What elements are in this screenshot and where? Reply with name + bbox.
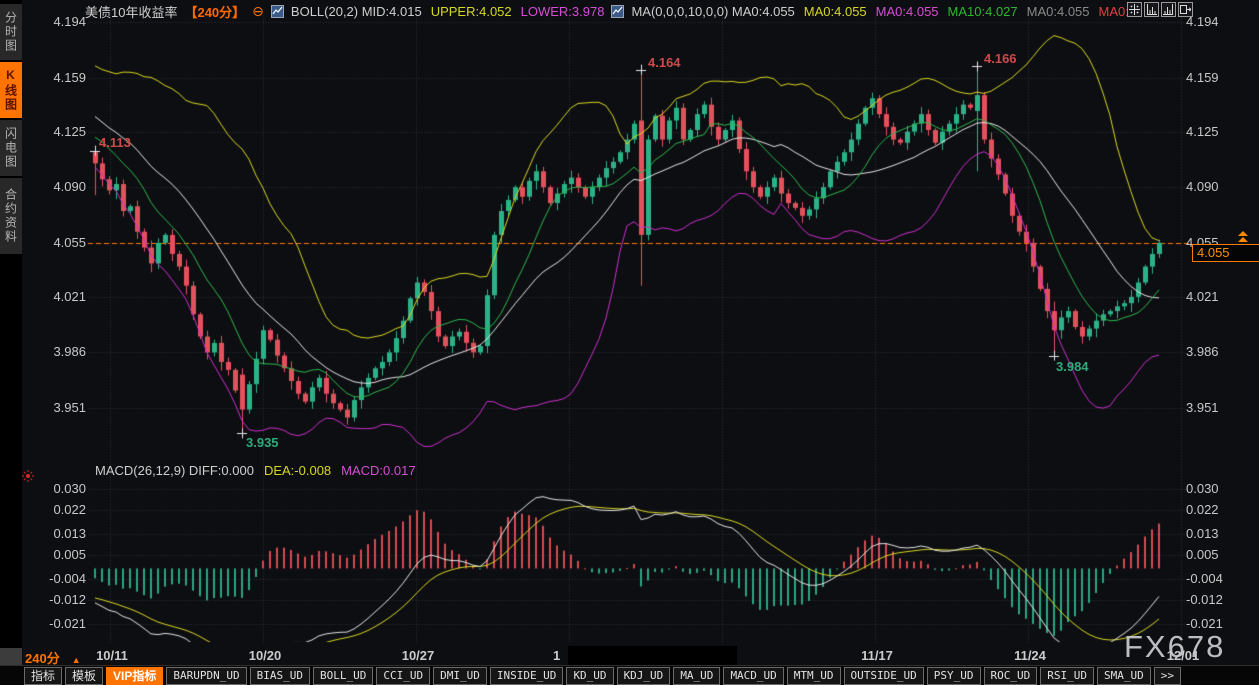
main-y-label-l-5: 4.021	[24, 289, 86, 304]
boll-value-1: UPPER:4.052	[431, 4, 512, 19]
bottom-tab-10[interactable]: KDJ_UD	[617, 667, 671, 685]
price-up-arrows-icon	[1238, 230, 1250, 243]
bottom-tab-11[interactable]: MA_UD	[673, 667, 720, 685]
x-axis-date-5: 11/17	[857, 648, 897, 663]
x-axis-date-3: 1	[553, 648, 560, 663]
bottom-tab-2[interactable]: VIP指标	[106, 667, 163, 685]
macd-y-label-r-3: 0.005	[1186, 547, 1256, 562]
x-axis-date-6: 11/24	[1010, 648, 1050, 663]
sidebar-tab-kline-chart[interactable]: K线图	[0, 62, 22, 118]
macd-y-label-l-1: 0.022	[24, 502, 86, 517]
timeframe-label[interactable]: 【240分】	[184, 2, 245, 21]
macd-y-label-r-1: 0.022	[1186, 502, 1256, 517]
sidebar-corner	[0, 648, 22, 665]
crosshair-icon[interactable]	[1127, 2, 1142, 17]
bottom-tab-18[interactable]: SMA_UD	[1097, 667, 1151, 685]
bottom-tab-15[interactable]: PSY_UD	[927, 667, 981, 685]
bottom-indicator-bar: 指标模板VIP指标BARUPDN_UDBIAS_UDBOLL_UDCCI_UDD…	[0, 665, 1259, 685]
main-y-label-r-7: 3.951	[1186, 400, 1256, 415]
macd-value-2: MACD:0.017	[341, 463, 415, 478]
boll-mini-chart-icon	[271, 5, 284, 18]
x-axis-date-1: 10/20	[245, 648, 285, 663]
main-chart-header: 美债10年收益率 【240分】 ⊖ BOLL(20,2) MID:4.015 UP…	[85, 3, 1129, 20]
x-axis-date-2: 10/27	[398, 648, 438, 663]
macd-value-1: DEA:-0.008	[264, 463, 331, 478]
main-y-label-r-5: 4.021	[1186, 289, 1256, 304]
extreme-price-label-1: 3.935	[246, 435, 279, 450]
main-y-label-r-6: 3.986	[1186, 344, 1256, 359]
main-y-label-l-3: 4.090	[24, 179, 86, 194]
extreme-price-label-2: 4.164	[648, 55, 681, 70]
main-y-label-l-6: 3.986	[24, 344, 86, 359]
bottom-tab-16[interactable]: ROC_UD	[984, 667, 1038, 685]
macd-y-label-l-2: 0.013	[24, 526, 86, 541]
macd-indicator-sun-icon[interactable]	[22, 469, 34, 487]
bottom-tab-12[interactable]: MACD_UD	[723, 667, 783, 685]
collapse-panel-icon[interactable]	[1178, 2, 1193, 17]
left-sidebar: 分时图K线图闪电图合约资料	[0, 0, 22, 685]
collapse-circle-icon[interactable]: ⊖	[252, 3, 264, 20]
app-window: 分时图K线图闪电图合约资料 美债10年收益率 【240分】 ⊖ BOLL(20,…	[0, 0, 1259, 685]
bottom-tab-5[interactable]: BOLL_UD	[313, 667, 373, 685]
ma-value-5: MA0:	[1099, 4, 1129, 19]
ma-value-2: MA0:4.055	[876, 4, 939, 19]
extreme-price-label-3: 4.166	[984, 51, 1017, 66]
main-y-label-l-0: 4.194	[24, 14, 86, 29]
blackout-overlay	[568, 646, 737, 665]
main-y-label-r-1: 4.159	[1186, 70, 1256, 85]
x-axis-date-0: 10/11	[92, 648, 132, 663]
main-y-label-l-1: 4.159	[24, 70, 86, 85]
up-triangle-icon: ▲	[72, 655, 81, 665]
sidebar-tab-contract-info[interactable]: 合约资料	[0, 178, 22, 254]
bottom-tab-17[interactable]: RSI_UD	[1040, 667, 1094, 685]
ma-value-3: MA10:4.027	[948, 4, 1018, 19]
macd-value-0: MACD(26,12,9) DIFF:0.000	[95, 463, 254, 478]
boll-value-2: LOWER:3.978	[521, 4, 605, 19]
bottom-tab-14[interactable]: OUTSIDE_UD	[844, 667, 924, 685]
main-y-label-l-4: 4.055	[24, 235, 86, 250]
boll-readout: BOLL(20,2) MID:4.015 UPPER:4.052 LOWER:3.9…	[291, 4, 605, 19]
axis-right-chart-icon[interactable]	[1161, 2, 1176, 17]
bottom-tab-9[interactable]: KD_UD	[566, 667, 613, 685]
extreme-price-label-4: 3.984	[1056, 359, 1089, 374]
ma-value-1: MA0:4.055	[804, 4, 867, 19]
boll-value-0: BOLL(20,2) MID:4.015	[291, 4, 422, 19]
main-y-label-r-0: 4.194	[1186, 14, 1256, 29]
instrument-title: 美债10年收益率	[85, 2, 177, 21]
main-y-label-l-2: 4.125	[24, 124, 86, 139]
macd-y-label-r-0: 0.030	[1186, 481, 1256, 496]
extreme-price-label-0: 4.113	[99, 135, 131, 150]
ma-value-0: MA(0,0,0,10,0,0) MA0:4.055	[631, 4, 794, 19]
axis-left-chart-icon[interactable]	[1144, 2, 1159, 17]
chart-canvas[interactable]	[0, 0, 1259, 685]
macd-y-label-l-5: -0.012	[24, 592, 86, 607]
macd-y-label-l-6: -0.021	[24, 616, 86, 631]
sidebar-tab-time-chart[interactable]: 分时图	[0, 4, 22, 60]
main-y-label-l-7: 3.951	[24, 400, 86, 415]
bottom-tab-19[interactable]: >>	[1154, 667, 1181, 685]
bottom-tab-7[interactable]: DMI_UD	[433, 667, 487, 685]
ma-value-4: MA0:4.055	[1027, 4, 1090, 19]
ma-readout: MA(0,0,0,10,0,0) MA0:4.055 MA0:4.055 MA0:4…	[631, 4, 1128, 19]
sidebar-tab-lightning-chart[interactable]: 闪电图	[0, 120, 22, 176]
bottom-tab-13[interactable]: MTM_UD	[787, 667, 841, 685]
macd-y-label-l-4: -0.004	[24, 571, 86, 586]
watermark: FX678	[1124, 629, 1225, 665]
macd-y-label-r-5: -0.012	[1186, 592, 1256, 607]
bottom-tab-1[interactable]: 模板	[65, 667, 103, 685]
bottom-tab-6[interactable]: CCI_UD	[376, 667, 430, 685]
bottom-tab-8[interactable]: INSIDE_UD	[490, 667, 564, 685]
main-y-label-r-3: 4.090	[1186, 179, 1256, 194]
macd-readout: MACD(26,12,9) DIFF:0.000 DEA:-0.008 MACD:0…	[95, 463, 416, 478]
macd-y-label-r-4: -0.004	[1186, 571, 1256, 586]
chart-toolbar	[1127, 2, 1193, 17]
ma-mini-chart-icon	[611, 5, 624, 18]
bottom-tab-0[interactable]: 指标	[24, 667, 62, 685]
current-price-tag: 4.055	[1192, 244, 1259, 262]
bottom-tab-4[interactable]: BIAS_UD	[250, 667, 310, 685]
macd-y-label-l-3: 0.005	[24, 547, 86, 562]
main-y-label-r-2: 4.125	[1186, 124, 1256, 139]
bottom-tab-3[interactable]: BARUPDN_UD	[166, 667, 246, 685]
macd-y-label-r-2: 0.013	[1186, 526, 1256, 541]
